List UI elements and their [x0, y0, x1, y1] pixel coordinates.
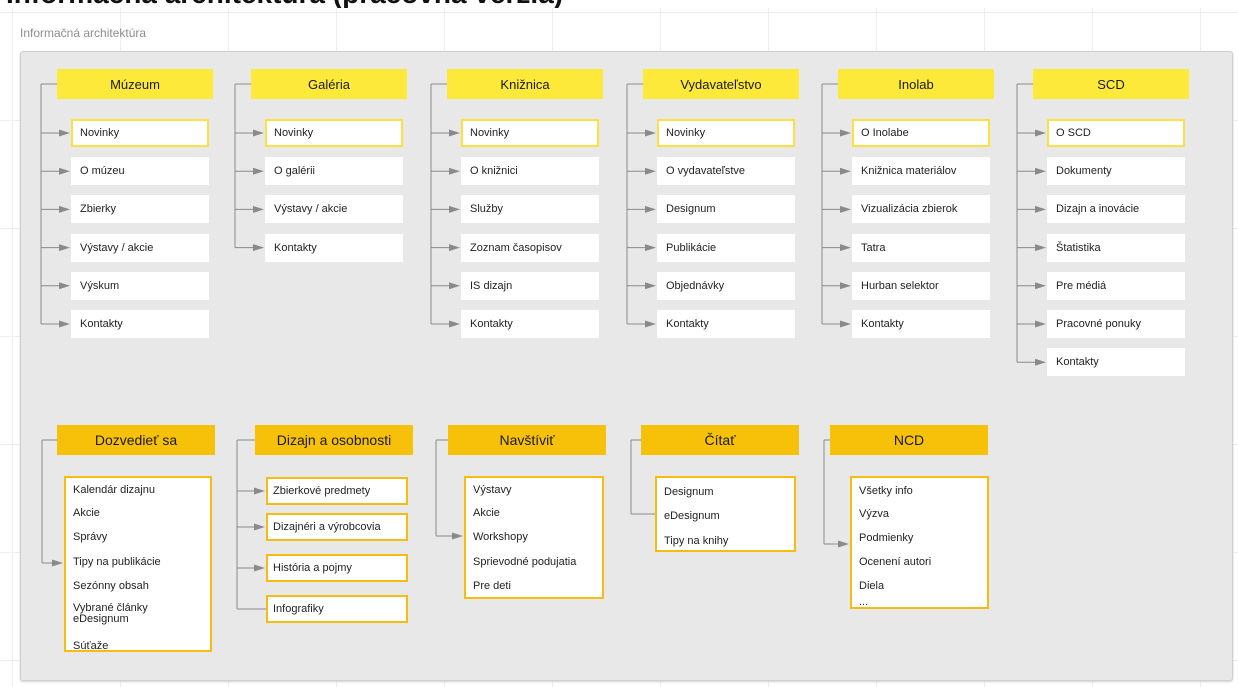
nav-item-kniznica-materialov[interactable]: Knižnica materiálov	[852, 157, 990, 186]
item-group-navstivit[interactable]: Výstavy Akcie Workshopy Sprievodné podujati…	[464, 476, 604, 599]
nav-item-publikacie[interactable]: Publikácie	[657, 233, 795, 262]
group-item-akcie[interactable]: Akcie	[473, 507, 500, 519]
nav-item-kontakty[interactable]: Kontakty	[852, 310, 990, 338]
nav-item-vizualizacia-zbierok[interactable]: Vizualizácia zbierok	[852, 195, 990, 224]
section-header-muzeum[interactable]: Múzeum	[57, 69, 213, 99]
section-header-dozvediet-sa[interactable]: Dozvedieť sa	[57, 425, 215, 455]
group-item-diela[interactable]: Diela	[859, 580, 884, 592]
section-header-dizajn-a-osobnosti[interactable]: Dizajn a osobnosti	[255, 425, 413, 455]
group-item-vyzva[interactable]: Výzva	[859, 508, 889, 520]
nav-item-zoznam-casopisov[interactable]: Zoznam časopisov	[461, 233, 599, 262]
nav-item-historia-a-pojmy[interactable]: História a pojmy	[266, 554, 408, 582]
group-item-[interactable]: ...	[859, 596, 868, 608]
section-header-navstivit[interactable]: Navštíviť	[448, 425, 606, 455]
nav-item-kontakty[interactable]: Kontakty	[1047, 348, 1185, 377]
nav-item-novinky[interactable]: Novinky	[461, 119, 599, 147]
nav-item-o-muzeu[interactable]: O múzeu	[71, 157, 209, 186]
nav-item-statistika[interactable]: Štatistika	[1047, 233, 1185, 262]
nav-item-novinky[interactable]: Novinky	[657, 119, 795, 147]
group-item-tipy-na-knihy[interactable]: Tipy na knihy	[664, 535, 728, 547]
page-title: Informačná architektúra (pracovná verzia…	[6, 0, 563, 8]
nav-item-designum[interactable]: Designum	[657, 195, 795, 224]
nav-item-tatra[interactable]: Tatra	[852, 233, 990, 262]
group-item-workshopy[interactable]: Workshopy	[473, 531, 528, 543]
section-header-inolab[interactable]: Inolab	[838, 69, 994, 99]
group-item-vystavy[interactable]: Výstavy	[473, 484, 512, 496]
group-item-oceneni-autori[interactable]: Ocenení autori	[859, 556, 931, 568]
nav-item-dizajneri-a-vyrobcovia[interactable]: Dizajnéri a výrobcovia	[266, 513, 408, 541]
group-item-sprievodne-podujatia[interactable]: Sprievodné podujatia	[473, 556, 576, 568]
nav-item-kontakty[interactable]: Kontakty	[657, 310, 795, 338]
nav-item-is-dizajn[interactable]: IS dizajn	[461, 271, 599, 300]
nav-item-vystavy-akcie[interactable]: Výstavy / akcie	[265, 195, 403, 224]
group-item-sezonny-obsah[interactable]: Sezónny obsah	[73, 580, 149, 592]
nav-item-pre-media[interactable]: Pre médiá	[1047, 271, 1185, 300]
nav-item-objednavky[interactable]: Objednávky	[657, 271, 795, 300]
group-item-pre-deti[interactable]: Pre deti	[473, 580, 511, 592]
group-item-edesignum[interactable]: eDesignum	[664, 510, 720, 522]
whiteboard-canvas: Informačná architektúra (pracovná verzia…	[0, 0, 1238, 687]
nav-item-infografiky[interactable]: Infografiky	[266, 595, 408, 623]
section-header-ncd[interactable]: NCD	[830, 425, 988, 455]
section-header-scd[interactable]: SCD	[1033, 69, 1189, 99]
group-item-designum[interactable]: Designum	[664, 486, 714, 498]
nav-item-vyskum[interactable]: Výskum	[71, 271, 209, 300]
group-item-kalendar-dizajnu[interactable]: Kalendár dizajnu	[73, 484, 155, 496]
group-item-sutaze[interactable]: Súťaže	[73, 640, 108, 652]
nav-item-kontakty[interactable]: Kontakty	[265, 233, 403, 262]
nav-item-vystavy-akcie[interactable]: Výstavy / akcie	[71, 233, 209, 262]
nav-item-novinky[interactable]: Novinky	[265, 119, 403, 147]
nav-item-o-galerii[interactable]: O galérii	[265, 157, 403, 186]
section-header-kniznica[interactable]: Knižnica	[447, 69, 603, 99]
nav-item-zbierky[interactable]: Zbierky	[71, 195, 209, 224]
frame-label: Informačná architektúra	[20, 26, 147, 40]
nav-item-sluzby[interactable]: Služby	[461, 195, 599, 224]
nav-item-pracovne-ponuky[interactable]: Pracovné ponuky	[1047, 310, 1185, 338]
nav-item-kontakty[interactable]: Kontakty	[461, 310, 599, 338]
nav-item-dizajn-a-inovacie[interactable]: Dizajn a inovácie	[1047, 195, 1185, 224]
section-header-citat[interactable]: Čítať	[641, 425, 799, 455]
item-group-dozvediet-sa[interactable]: Kalendár dizajnu Akcie Správy Tipy na publi…	[64, 476, 212, 652]
group-item-vsetky-info[interactable]: Všetky info	[859, 485, 913, 497]
group-item-podmienky[interactable]: Podmienky	[859, 532, 913, 544]
nav-item-o-scd[interactable]: O SCD	[1047, 119, 1185, 147]
nav-item-o-inolabe[interactable]: O Inolabe	[852, 119, 990, 147]
nav-item-novinky[interactable]: Novinky	[71, 119, 209, 147]
section-header-galeria[interactable]: Galéria	[251, 69, 407, 99]
nav-item-hurban-selektor[interactable]: Hurban selektor	[852, 271, 990, 300]
item-group-citat[interactable]: Designum eDesignum Tipy na knihy	[655, 476, 796, 552]
title-strip: Informačná architektúra (pracovná verzia…	[0, 0, 1238, 8]
group-item-spravy[interactable]: Správy	[73, 531, 107, 543]
nav-item-o-vydavatelstve[interactable]: O vydavateľstve	[657, 157, 795, 186]
nav-item-kontakty[interactable]: Kontakty	[71, 310, 209, 338]
nav-item-dokumenty[interactable]: Dokumenty	[1047, 157, 1185, 186]
item-group-ncd[interactable]: Všetky info Výzva Podmienky Ocenení autori D…	[850, 476, 989, 609]
nav-item-o-kniznici[interactable]: O knižnici	[461, 157, 599, 186]
group-item-tipy-na-publikacie[interactable]: Tipy na publikácie	[73, 556, 161, 568]
group-item-akcie[interactable]: Akcie	[73, 507, 100, 519]
section-header-vydavatelstvo[interactable]: Vydavateľstvo	[643, 69, 799, 99]
group-item-vybrane-clanky-edesignum[interactable]: Vybrané články eDesignum	[73, 603, 183, 625]
nav-item-zbierkove-predmety[interactable]: Zbierkové predmety	[266, 477, 408, 505]
